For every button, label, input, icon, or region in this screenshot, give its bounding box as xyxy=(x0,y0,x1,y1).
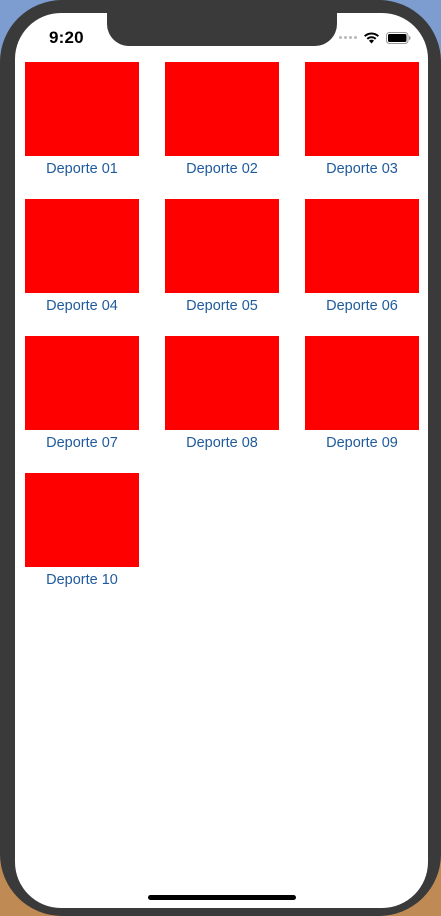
sport-item[interactable]: Deporte 03 xyxy=(305,62,419,199)
sport-thumbnail[interactable] xyxy=(25,336,139,430)
sport-thumbnail[interactable] xyxy=(25,473,139,567)
sport-item[interactable]: Deporte 10 xyxy=(25,473,139,610)
sport-item[interactable]: Deporte 04 xyxy=(25,199,139,336)
sport-item[interactable]: Deporte 06 xyxy=(305,199,419,336)
sport-label: Deporte 01 xyxy=(46,161,118,177)
sport-label: Deporte 06 xyxy=(326,298,398,314)
home-indicator[interactable] xyxy=(148,895,296,900)
sport-item[interactable]: Deporte 09 xyxy=(305,336,419,473)
status-time: 9:20 xyxy=(49,28,84,47)
sport-label: Deporte 07 xyxy=(46,435,118,451)
sport-thumbnail[interactable] xyxy=(25,199,139,293)
status-icons xyxy=(339,31,411,44)
sport-label: Deporte 08 xyxy=(186,435,258,451)
sport-item[interactable]: Deporte 01 xyxy=(25,62,139,199)
sports-grid: Deporte 01 Deporte 02 Deporte 03 Deporte… xyxy=(25,62,425,610)
sport-item[interactable]: Deporte 02 xyxy=(165,62,279,199)
sport-thumbnail[interactable] xyxy=(165,62,279,156)
notch xyxy=(107,13,337,46)
battery-icon xyxy=(386,31,411,44)
phone-screen: 9:20 Deporte 01 Deporte 02 Deporte 03 De… xyxy=(15,13,428,908)
sport-item[interactable]: Deporte 08 xyxy=(165,336,279,473)
wifi-icon xyxy=(364,32,379,44)
sport-thumbnail[interactable] xyxy=(165,336,279,430)
sport-label: Deporte 03 xyxy=(326,161,398,177)
sport-label: Deporte 04 xyxy=(46,298,118,314)
sport-item[interactable]: Deporte 07 xyxy=(25,336,139,473)
sport-label: Deporte 09 xyxy=(326,435,398,451)
sport-label: Deporte 02 xyxy=(186,161,258,177)
sport-thumbnail[interactable] xyxy=(25,62,139,156)
cellular-signal-icon xyxy=(339,36,357,39)
sport-thumbnail[interactable] xyxy=(305,199,419,293)
sport-label: Deporte 05 xyxy=(186,298,258,314)
sport-thumbnail[interactable] xyxy=(305,336,419,430)
sport-thumbnail[interactable] xyxy=(305,62,419,156)
sport-item[interactable]: Deporte 05 xyxy=(165,199,279,336)
sport-thumbnail[interactable] xyxy=(165,199,279,293)
phone-frame: 9:20 Deporte 01 Deporte 02 Deporte 03 De… xyxy=(0,0,441,916)
sport-label: Deporte 10 xyxy=(46,572,118,588)
